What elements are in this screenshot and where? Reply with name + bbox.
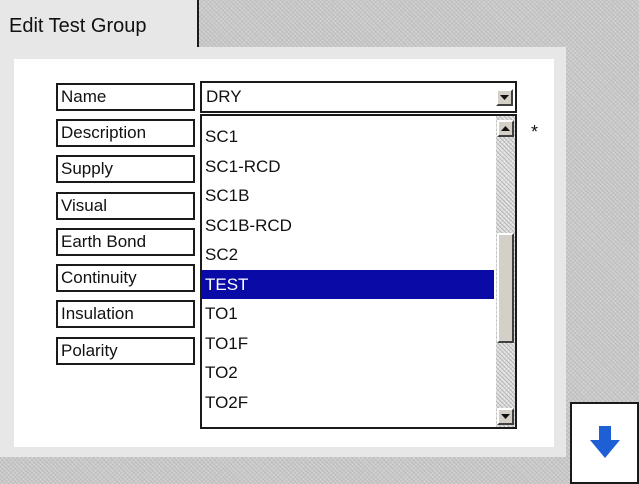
chevron-down-icon[interactable] xyxy=(496,89,513,106)
field-label-insulation: Insulation xyxy=(56,300,195,328)
next-button[interactable] xyxy=(570,402,639,484)
list-item[interactable]: SC1-RCD xyxy=(202,152,494,181)
name-combobox[interactable]: DRY xyxy=(200,81,517,113)
name-combobox-value: DRY xyxy=(206,87,242,106)
down-arrow-icon xyxy=(590,426,620,458)
field-label-continuity: Continuity xyxy=(56,264,195,292)
field-label-description: Description xyxy=(56,119,195,147)
field-label-supply: Supply xyxy=(56,155,195,183)
list-item[interactable]: SC1 xyxy=(202,122,494,151)
field-label-visual: Visual xyxy=(56,192,195,220)
tab-edit-test-group[interactable]: Edit Test Group xyxy=(0,0,199,47)
field-label-name: Name xyxy=(56,83,195,111)
scroll-thumb[interactable] xyxy=(497,232,514,343)
tab-label: Edit Test Group xyxy=(9,15,147,37)
list-item[interactable]: SC2 xyxy=(202,240,494,269)
list-item[interactable]: TO2 xyxy=(202,358,494,387)
list-item[interactable]: TO1F xyxy=(202,329,494,358)
list-item[interactable]: SC1B xyxy=(202,181,494,210)
scroll-down-icon[interactable] xyxy=(497,408,514,425)
list-item[interactable]: TO2F xyxy=(202,388,494,417)
scroll-up-icon[interactable] xyxy=(497,120,514,137)
list-scrollbar[interactable] xyxy=(496,116,515,427)
required-marker: * xyxy=(531,122,539,142)
field-label-polarity: Polarity xyxy=(56,337,195,365)
list-item[interactable]: TEST xyxy=(202,269,494,299)
list-item[interactable]: SC1B-RCD xyxy=(202,211,494,240)
field-label-earth-bond: Earth Bond xyxy=(56,228,195,256)
group-dropdown-list[interactable]: SC1 SC1-RCD SC1B SC1B-RCD SC2 TEST TO1 TO1F TO2 T… xyxy=(200,114,517,429)
list-item[interactable]: TO1 xyxy=(202,299,494,328)
